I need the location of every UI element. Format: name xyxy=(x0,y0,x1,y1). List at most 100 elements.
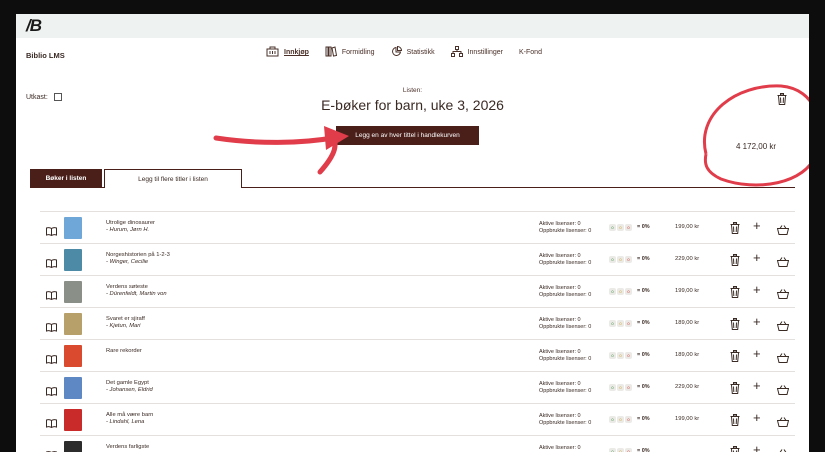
book-cover[interactable] xyxy=(64,249,82,271)
counter-green: 0 xyxy=(609,256,616,263)
active-licenses: Aktive lisenser: 0 xyxy=(539,285,581,291)
usage-percent: = 0% xyxy=(637,224,650,230)
basket-icon[interactable] xyxy=(776,286,790,304)
trash-icon[interactable] xyxy=(730,285,740,303)
usage-percent: = 0% xyxy=(637,320,650,326)
annotation-arrow-line xyxy=(213,134,341,145)
basket-icon[interactable] xyxy=(776,254,790,272)
license-counters: 0 0 0 xyxy=(609,448,633,452)
book-info: Norgeshistorien på 1-2-3 - Winger, Cecil… xyxy=(106,252,170,265)
book-cover[interactable] xyxy=(64,281,82,303)
trash-icon[interactable] xyxy=(730,381,740,399)
used-licenses: Oppbrukte lisenser: 0 xyxy=(539,260,592,266)
open-book-icon[interactable] xyxy=(46,319,57,337)
open-book-icon[interactable] xyxy=(46,415,57,433)
plus-icon[interactable]: + xyxy=(753,411,761,424)
book-title[interactable]: Svaret er sjiraff xyxy=(106,316,145,322)
main-nav: Innkjøp Formidling Statistikk Innstillin… xyxy=(266,45,558,59)
active-licenses: Aktive lisenser: 0 xyxy=(539,349,581,355)
trash-icon[interactable] xyxy=(730,413,740,431)
book-price: 199,00 kr xyxy=(675,288,700,294)
open-book-icon[interactable] xyxy=(46,447,57,452)
plus-icon[interactable]: + xyxy=(753,219,761,232)
license-info: Aktive lisenser: 0 Oppbrukte lisenser: 0 xyxy=(539,253,591,267)
counter-yellow: 0 xyxy=(617,320,624,327)
open-book-icon[interactable] xyxy=(46,351,57,369)
license-counters: 0 0 0 xyxy=(609,288,633,295)
add-all-to-cart-button[interactable]: Legg en av hver tittel i handlekurven xyxy=(336,126,479,145)
counter-yellow: 0 xyxy=(617,448,624,452)
trash-icon[interactable] xyxy=(730,221,740,239)
open-book-icon[interactable] xyxy=(46,223,57,241)
plus-icon[interactable]: + xyxy=(753,251,761,264)
plus-icon[interactable]: + xyxy=(753,443,761,452)
logo[interactable]: /B xyxy=(26,16,42,36)
book-cover[interactable] xyxy=(64,409,82,431)
basket-icon[interactable] xyxy=(777,446,789,452)
counter-red: 0 xyxy=(625,352,632,359)
tab-bar: Bøker i listen Legg til flere titler i l… xyxy=(30,166,795,188)
plus-icon[interactable]: + xyxy=(753,283,761,296)
counter-yellow: 0 xyxy=(617,416,624,423)
book-cover[interactable] xyxy=(64,313,82,335)
license-info: Aktive lisenser: 0 Oppbrukte lisenser: 0 xyxy=(539,381,591,395)
book-cover[interactable] xyxy=(64,345,82,367)
list-title: E-bøker for barn, uke 3, 2026 xyxy=(321,97,504,113)
delete-list-trash-icon[interactable] xyxy=(777,92,787,110)
list-total: 4 172,00 kr xyxy=(736,142,777,151)
basket-icon[interactable] xyxy=(776,318,790,336)
trash-icon[interactable] xyxy=(730,349,740,367)
book-cover[interactable] xyxy=(64,377,82,399)
used-licenses: Oppbrukte lisenser: 0 xyxy=(539,324,592,330)
book-title[interactable]: Det gamle Egypt xyxy=(106,380,153,386)
basket-icon[interactable] xyxy=(776,222,790,240)
counter-green: 0 xyxy=(609,448,616,452)
basket-icon[interactable] xyxy=(776,382,790,400)
book-title[interactable]: Alle må være barn xyxy=(106,412,153,418)
book-title[interactable]: Norgeshistorien på 1-2-3 xyxy=(106,252,170,258)
book-author: - Hurum, Jørn H. xyxy=(106,227,150,233)
usage-percent: = 0% xyxy=(637,256,650,262)
book-price: 229,00 kr xyxy=(675,256,700,262)
nav-item-innkjop[interactable]: Innkjøp xyxy=(266,46,309,59)
nav-label: Formidling xyxy=(341,49,375,56)
counter-red: 0 xyxy=(625,256,632,263)
chart-icon xyxy=(391,45,402,59)
books-icon xyxy=(325,46,337,59)
basket-icon[interactable] xyxy=(776,350,790,368)
plus-icon[interactable]: + xyxy=(753,315,761,328)
counter-red: 0 xyxy=(625,224,632,231)
counter-red: 0 xyxy=(625,320,632,327)
book-cover[interactable] xyxy=(64,217,82,239)
book-price: 199,00 kr xyxy=(675,416,700,422)
tab-add-more-titles[interactable]: Legg til flere titler i listen xyxy=(104,169,242,188)
nav-item-statistikk[interactable]: Statistikk xyxy=(391,45,435,59)
open-book-icon[interactable] xyxy=(46,287,57,305)
plus-icon[interactable]: + xyxy=(753,347,761,360)
book-row: Rare rekorder Aktive lisenser: 0 Oppbruk… xyxy=(40,339,795,371)
nav-item-innstillinger[interactable]: Innstillinger xyxy=(450,46,503,59)
trash-icon[interactable] xyxy=(730,317,740,335)
nav-item-k-fond[interactable]: K-Fond xyxy=(519,49,542,56)
counter-yellow: 0 xyxy=(617,224,624,231)
tab-books-in-list[interactable]: Bøker i listen xyxy=(30,169,102,188)
plus-icon[interactable]: + xyxy=(753,379,761,392)
book-cover[interactable] xyxy=(64,441,82,452)
book-title[interactable]: Utrolige dinosaurer xyxy=(106,220,155,226)
active-licenses: Aktive lisenser: 0 xyxy=(539,381,581,387)
book-row: Utrolige dinosaurer - Hurum, Jørn H. Akt… xyxy=(40,211,795,243)
trash-icon[interactable] xyxy=(730,253,740,271)
book-title[interactable]: Rare rekorder xyxy=(106,348,142,354)
open-book-icon[interactable] xyxy=(46,255,57,273)
counter-green: 0 xyxy=(609,352,616,359)
book-info: Verdens søteste - Dürenfeldt, Martin von xyxy=(106,284,167,297)
book-info: Verdens farligste xyxy=(106,444,149,451)
book-title[interactable]: Verdens søteste xyxy=(106,284,167,290)
usage-percent: = 0% xyxy=(637,448,650,452)
book-title[interactable]: Verdens farligste xyxy=(106,444,149,450)
nav-item-formidling[interactable]: Formidling xyxy=(325,46,375,59)
nav-label: Statistikk xyxy=(406,49,435,56)
open-book-icon[interactable] xyxy=(46,383,57,401)
basket-icon[interactable] xyxy=(776,414,790,432)
trash-icon[interactable] xyxy=(730,445,740,452)
